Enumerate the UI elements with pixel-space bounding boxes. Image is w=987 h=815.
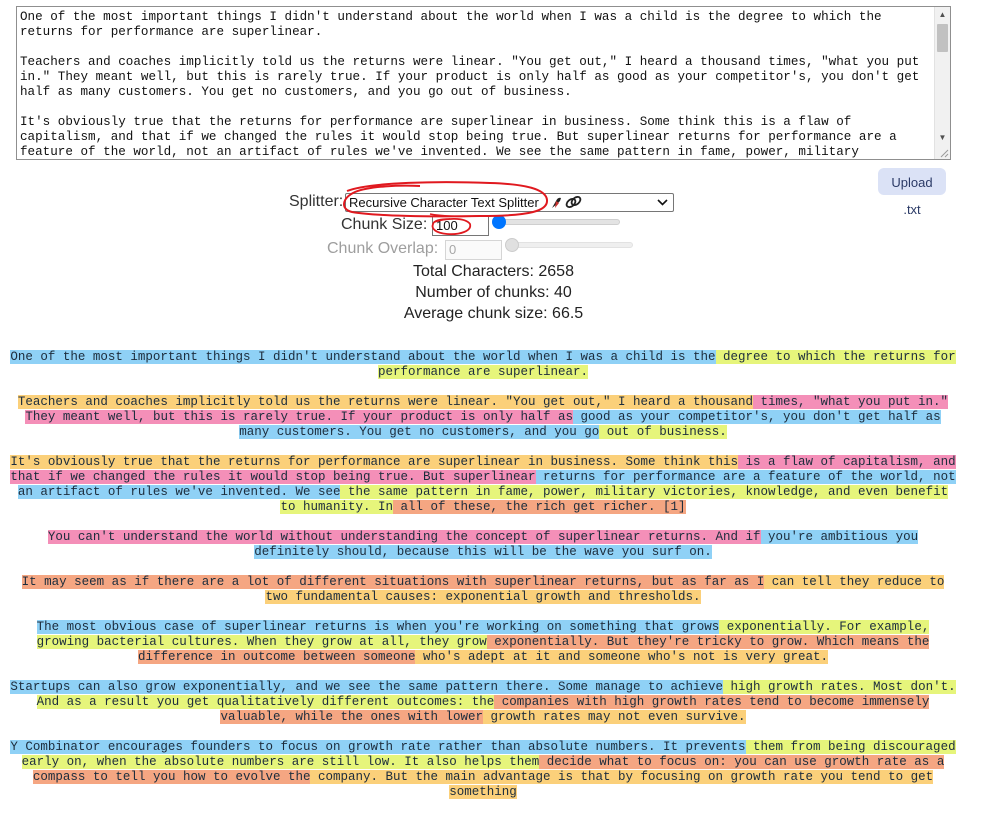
parrot-icon <box>552 197 561 208</box>
chunk-paragraph: It's obviously true that the returns for… <box>10 455 956 515</box>
splitter-label: Splitter: <box>289 193 344 210</box>
scroll-up-arrow-icon[interactable]: ▲ <box>935 8 950 22</box>
scroll-down-arrow-icon[interactable]: ▼ <box>935 131 950 145</box>
scroll-thumb[interactable] <box>937 24 948 52</box>
chunk-size-label: Chunk Size: <box>341 216 428 233</box>
chunk-size-input[interactable]: 100 <box>432 216 489 236</box>
chunk-paragraph: Teachers and coaches implicitly told us … <box>10 395 956 440</box>
chunk-segment: You can't understand the world without u… <box>47 530 761 544</box>
chunk-segment: The most obvious case of superlinear ret… <box>36 620 720 634</box>
chunk-segment: Startups can also grow exponentially, an… <box>10 680 724 694</box>
number-of-chunks-stat: Number of chunks: 40 <box>415 284 572 301</box>
chunk-paragraph: The most obvious case of superlinear ret… <box>10 620 956 665</box>
resize-grip-icon[interactable] <box>939 148 949 158</box>
chunk-visualization: One of the most important things I didn'… <box>10 350 956 815</box>
chunk-overlap-input[interactable]: 0 <box>445 240 502 260</box>
source-text[interactable]: One of the most important things I didn'… <box>20 10 930 159</box>
chunk-overlap-label: Chunk Overlap: <box>327 240 439 257</box>
chunk-segment: One of the most important things I didn'… <box>10 350 716 364</box>
chunk-overlap-slider-thumb[interactable] <box>505 238 519 252</box>
chunk-paragraph: You can't understand the world without u… <box>10 530 956 560</box>
chunk-segment: Teachers and coaches implicitly told us … <box>17 395 754 409</box>
source-textarea[interactable]: One of the most important things I didn'… <box>16 6 951 160</box>
chunk-segment: It may seem as if there are a lot of dif… <box>21 575 765 589</box>
chunk-segment: out of business. <box>599 425 727 439</box>
chunk-segment: It's obviously true that the returns for… <box>10 455 739 469</box>
chunk-size-slider-thumb[interactable] <box>492 215 507 229</box>
chevron-down-icon <box>657 199 668 206</box>
chunk-size-slider[interactable] <box>494 219 620 225</box>
total-characters-stat: Total Characters: 2658 <box>413 263 574 280</box>
splitter-select[interactable]: Recursive Character Text Splitter <box>345 193 674 212</box>
chunk-paragraph: It may seem as if there are a lot of dif… <box>10 575 956 605</box>
splitter-selected-value: Recursive Character Text Splitter <box>349 195 539 210</box>
chunk-segment: Y Combinator encourages founders to focu… <box>10 740 746 754</box>
chunk-segment: company. But the main advantage is that … <box>310 770 934 799</box>
chunk-segment: all of these, the rich get richer. [1] <box>392 500 686 514</box>
chunk-paragraph: Startups can also grow exponentially, an… <box>10 680 956 725</box>
chunk-paragraph: One of the most important things I didn'… <box>10 350 956 380</box>
average-chunk-size-stat: Average chunk size: 66.5 <box>403 305 584 322</box>
chunk-segment: growth rates may not even survive. <box>483 710 746 724</box>
link-icon <box>565 196 582 208</box>
chunk-segment: who's adept at it and someone who's not … <box>415 650 829 664</box>
upload-txt-button[interactable]: Upload .txt <box>878 168 946 217</box>
chunk-paragraph: Y Combinator encourages founders to focu… <box>10 740 956 800</box>
textarea-scrollbar[interactable]: ▲ ▼ <box>934 7 950 159</box>
chunk-overlap-slider[interactable] <box>506 242 633 248</box>
